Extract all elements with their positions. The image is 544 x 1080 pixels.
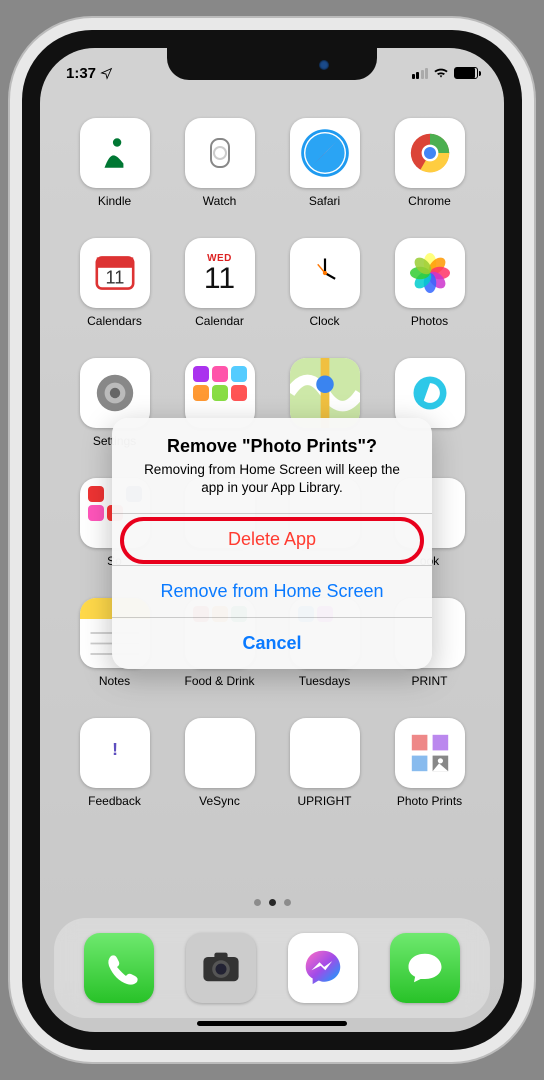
svg-text:11: 11 [105,267,124,287]
app-label: PRINT [412,674,448,688]
app-label: Photo Prints [397,794,462,808]
dock [54,918,490,1018]
app-label: Tuesdays [299,674,351,688]
app-label: UPRIGHT [298,794,352,808]
app-chrome[interactable]: Chrome [377,112,482,232]
app-vesync[interactable]: VeSync [167,712,272,832]
remove-from-home-button[interactable]: Remove from Home Screen [112,565,432,617]
app-label: VeSync [199,794,240,808]
app-kindle[interactable]: Kindle [62,112,167,232]
app-photo-prints[interactable]: Photo Prints [377,712,482,832]
app-label: Safari [309,194,340,208]
app-label: Photos [411,314,448,328]
cellular-icon [412,68,429,79]
app-photos[interactable]: Photos [377,232,482,352]
app-feedback[interactable]: ! Feedback [62,712,167,832]
battery-icon [454,67,478,79]
dock-phone[interactable] [84,933,154,1003]
remove-from-home-label: Remove from Home Screen [160,581,383,601]
screen: 1:37 Kindle Watch Safari [40,48,504,1032]
dialog-message: Removing from Home Screen will keep the … [132,461,412,497]
app-label: Watch [203,194,237,208]
dialog-title: Remove "Photo Prints"? [132,436,412,457]
app-label: Kindle [98,194,131,208]
device-frame: 1:37 Kindle Watch Safari [22,30,522,1050]
delete-app-button[interactable]: Delete App [112,513,432,565]
delete-app-label: Delete App [228,529,316,549]
wifi-icon [433,67,449,79]
app-label: Calendar [195,314,244,328]
app-upright[interactable]: UPRIGHT [272,712,377,832]
page-indicator[interactable] [40,899,504,906]
status-time: 1:37 [66,65,96,82]
app-calendars[interactable]: 11 Calendars [62,232,167,352]
app-label: Notes [99,674,130,688]
location-icon [100,67,113,80]
app-watch[interactable]: Watch [167,112,272,232]
app-clock[interactable]: Clock [272,232,377,352]
cancel-label: Cancel [242,633,301,653]
calendar-date: 11 [204,264,235,294]
app-label: Food & Drink [184,674,254,688]
cancel-button[interactable]: Cancel [112,617,432,669]
app-label: Chrome [408,194,451,208]
app-calendar[interactable]: WED 11 Calendar [167,232,272,352]
app-label: Clock [309,314,339,328]
notch [167,48,377,80]
dock-camera[interactable] [186,933,256,1003]
app-safari[interactable]: Safari [272,112,377,232]
svg-text:!: ! [112,739,118,759]
app-label: Calendars [87,314,142,328]
dock-messenger[interactable] [288,933,358,1003]
home-indicator[interactable] [197,1021,347,1026]
remove-app-dialog: Remove "Photo Prints"? Removing from Hom… [112,418,432,669]
app-label: Feedback [88,794,141,808]
dock-messages[interactable] [390,933,460,1003]
